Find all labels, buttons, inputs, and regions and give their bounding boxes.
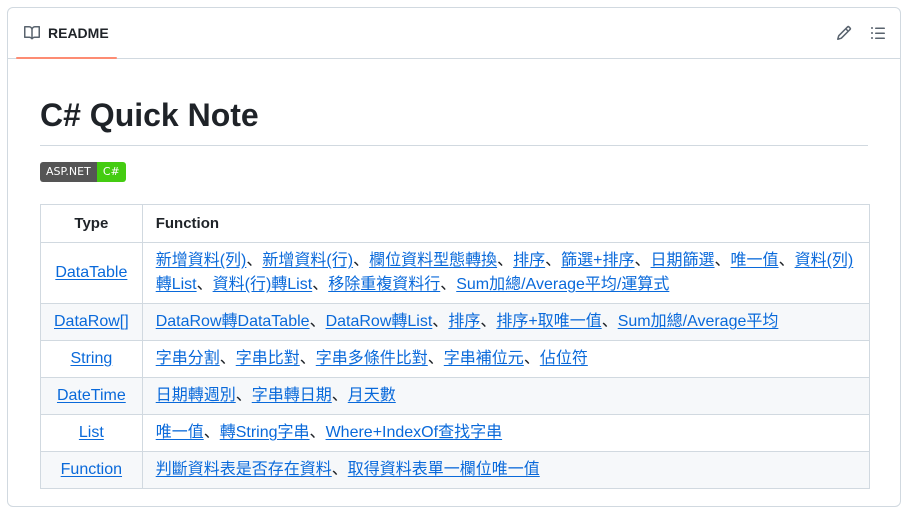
link-separator: 、 [196,276,213,293]
function-link[interactable]: 月天數 [348,387,396,404]
table-row: DataRow[] DataRow轉DataTable、DataRow轉List、… [40,303,871,341]
link-separator: 、 [299,350,316,367]
function-link[interactable]: 取得資料表單一欄位唯一值 [348,461,540,478]
link-separator: 、 [480,313,497,330]
function-link[interactable]: 日期篩選 [651,252,715,269]
badge-left: ASP.NET [40,162,97,182]
type-cell: Function [40,451,143,489]
table-header-row: Type Function [40,204,871,243]
function-link[interactable]: 轉String字串 [220,424,310,441]
page-title: C# Quick Note [40,95,868,146]
type-link[interactable]: Function [61,461,122,478]
link-separator: 、 [309,424,326,441]
function-link[interactable]: Where+IndexOf查找字串 [326,424,503,441]
function-link[interactable]: 新增資料(列) [156,252,247,269]
type-cell: DataTable [40,242,143,304]
function-cell: 新增資料(列)、新增資料(行)、欄位資料型態轉換、排序、篩選+排序、日期篩選、唯… [141,242,871,304]
list-unordered-icon [870,25,886,41]
link-separator: 、 [309,313,326,330]
function-link[interactable]: 資料(行)轉List [213,276,313,293]
type-link[interactable]: List [79,424,104,441]
type-cell: String [40,340,143,378]
type-link[interactable]: DataRow[] [54,313,129,330]
function-link[interactable]: 排序+取唯一值 [496,313,601,330]
table-row: Function 判斷資料表是否存在資料、取得資料表單一欄位唯一值 [40,451,871,489]
link-separator: 、 [523,350,540,367]
function-link[interactable]: 字串轉日期 [252,387,332,404]
language-badge: ASP.NET C# [40,162,126,182]
function-link[interactable]: Sum加總/Average平均/運算式 [456,276,669,293]
type-link[interactable]: DateTime [57,387,126,404]
function-link[interactable]: 判斷資料表是否存在資料 [156,461,332,478]
type-cell: DateTime [40,377,143,415]
pencil-icon [836,25,852,41]
link-separator: 、 [331,387,348,404]
link-separator: 、 [219,350,236,367]
function-cell: DataRow轉DataTable、DataRow轉List、排序、排序+取唯一… [141,303,871,341]
function-link[interactable]: 字串分割 [156,350,220,367]
link-separator: 、 [440,276,457,293]
readme-content: C# Quick Note ASP.NET C# Type Function D… [8,95,900,489]
function-link[interactable]: 新增資料(行) [262,252,353,269]
link-separator: 、 [235,387,252,404]
function-link[interactable]: 排序 [448,313,480,330]
book-icon [24,25,40,41]
header-type: Type [40,204,143,243]
tab-readme[interactable]: README [16,8,117,59]
link-separator: 、 [203,424,220,441]
table-row: DataTable 新增資料(列)、新增資料(行)、欄位資料型態轉換、排序、篩選+… [40,242,871,304]
readme-tabbar: README [8,8,900,59]
badge-right: C# [96,162,126,182]
tab-readme-label: README [48,25,109,41]
function-link[interactable]: 日期轉週別 [156,387,236,404]
function-link[interactable]: DataRow轉DataTable [156,313,310,330]
function-link[interactable]: 佔位符 [540,350,588,367]
function-table: Type Function DataTable 新增資料(列)、新增資料(行)、欄… [40,204,871,489]
function-link[interactable]: 字串多條件比對 [316,350,428,367]
type-link[interactable]: String [70,350,112,367]
function-link[interactable]: 欄位資料型態轉換 [369,252,497,269]
type-cell: DataRow[] [40,303,143,341]
link-separator: 、 [601,313,618,330]
type-cell: List [40,414,143,452]
link-separator: 、 [427,350,444,367]
function-link[interactable]: 唯一值 [156,424,204,441]
function-cell: 判斷資料表是否存在資料、取得資料表單一欄位唯一值 [141,451,871,489]
table-row: DateTime 日期轉週別、字串轉日期、月天數 [40,377,871,415]
header-function: Function [141,204,871,243]
readme-actions [830,19,892,47]
link-separator: 、 [312,276,329,293]
link-separator: 、 [497,252,514,269]
function-link[interactable]: 移除重複資料行 [328,276,440,293]
link-separator: 、 [778,252,795,269]
readme-panel: README C# Quick Note ASP.NET C# Type Fun… [7,7,901,507]
function-cell: 唯一值、轉String字串、Where+IndexOf查找字串 [141,414,871,452]
link-separator: 、 [432,313,449,330]
link-separator: 、 [634,252,651,269]
type-link[interactable]: DataTable [55,264,127,281]
link-separator: 、 [545,252,562,269]
function-cell: 字串分割、字串比對、字串多條件比對、字串補位元、佔位符 [141,340,871,378]
function-link[interactable]: DataRow轉List [326,313,433,330]
table-body: DataTable 新增資料(列)、新增資料(行)、欄位資料型態轉換、排序、篩選+… [40,242,871,489]
function-cell: 日期轉週別、字串轉日期、月天數 [141,377,871,415]
link-separator: 、 [714,252,731,269]
function-link[interactable]: 唯一值 [731,252,779,269]
function-link[interactable]: 字串補位元 [444,350,524,367]
function-link[interactable]: Sum加總/Average平均 [618,313,779,330]
edit-button[interactable] [830,19,858,47]
link-separator: 、 [331,461,348,478]
table-row: String 字串分割、字串比對、字串多條件比對、字串補位元、佔位符 [40,340,871,378]
link-separator: 、 [353,252,370,269]
link-separator: 、 [246,252,263,269]
function-link[interactable]: 排序 [513,252,545,269]
function-link[interactable]: 篩選+排序 [561,252,634,269]
function-link[interactable]: 字串比對 [236,350,300,367]
table-row: List 唯一值、轉String字串、Where+IndexOf查找字串 [40,414,871,452]
outline-button[interactable] [864,19,892,47]
